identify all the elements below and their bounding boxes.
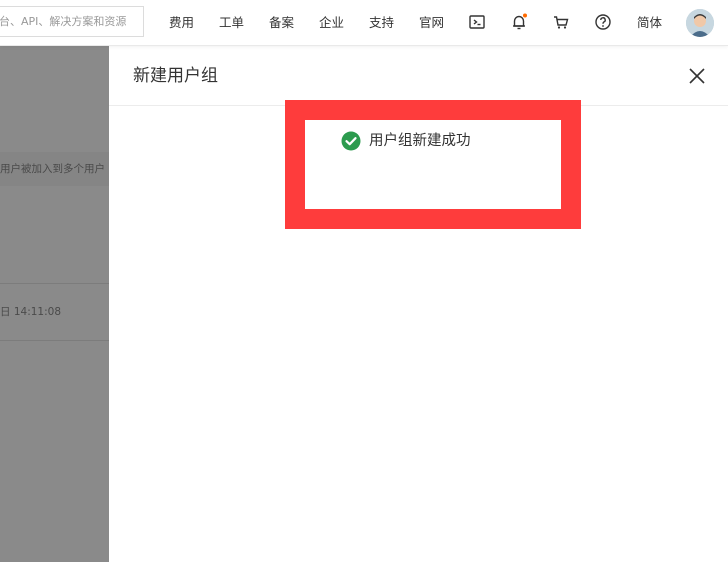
toast-highlight-frame (285, 100, 581, 229)
notification-dot (523, 13, 527, 18)
bell-icon[interactable] (509, 12, 529, 32)
nav-billing[interactable]: 费用 (169, 14, 194, 32)
background-table-row: 用户被加入到多个用户 (0, 152, 109, 186)
toast-message: 用户组新建成功 (369, 133, 471, 149)
search-input[interactable]: 台、API、解决方案和资源 (0, 6, 144, 37)
nav-website[interactable]: 官网 (419, 14, 444, 32)
divider (0, 283, 109, 284)
close-icon[interactable] (687, 66, 707, 86)
nav-support[interactable]: 支持 (369, 14, 394, 32)
top-navigation-bar: 台、API、解决方案和资源 费用 工单 备案 企业 支持 官网 简体 (0, 0, 728, 46)
background-timestamp: 日 14:11:08 (0, 306, 61, 318)
terminal-icon[interactable] (467, 12, 487, 32)
page-backdrop-overlay[interactable]: 用户被加入到多个用户 日 14:11:08 (0, 46, 109, 562)
success-check-icon (341, 131, 361, 151)
drawer-title: 新建用户组 (133, 66, 218, 86)
nav-filing[interactable]: 备案 (269, 14, 294, 32)
nav-ticket[interactable]: 工单 (219, 14, 244, 32)
language-switch[interactable]: 简体 (637, 14, 662, 32)
help-icon[interactable] (593, 12, 613, 32)
background-row-text: 用户被加入到多个用户 (0, 163, 105, 175)
divider (0, 340, 109, 341)
cart-icon[interactable] (551, 12, 571, 32)
drawer-header: 新建用户组 (109, 46, 728, 106)
nav-enterprise[interactable]: 企业 (319, 14, 344, 32)
avatar[interactable] (686, 9, 714, 37)
